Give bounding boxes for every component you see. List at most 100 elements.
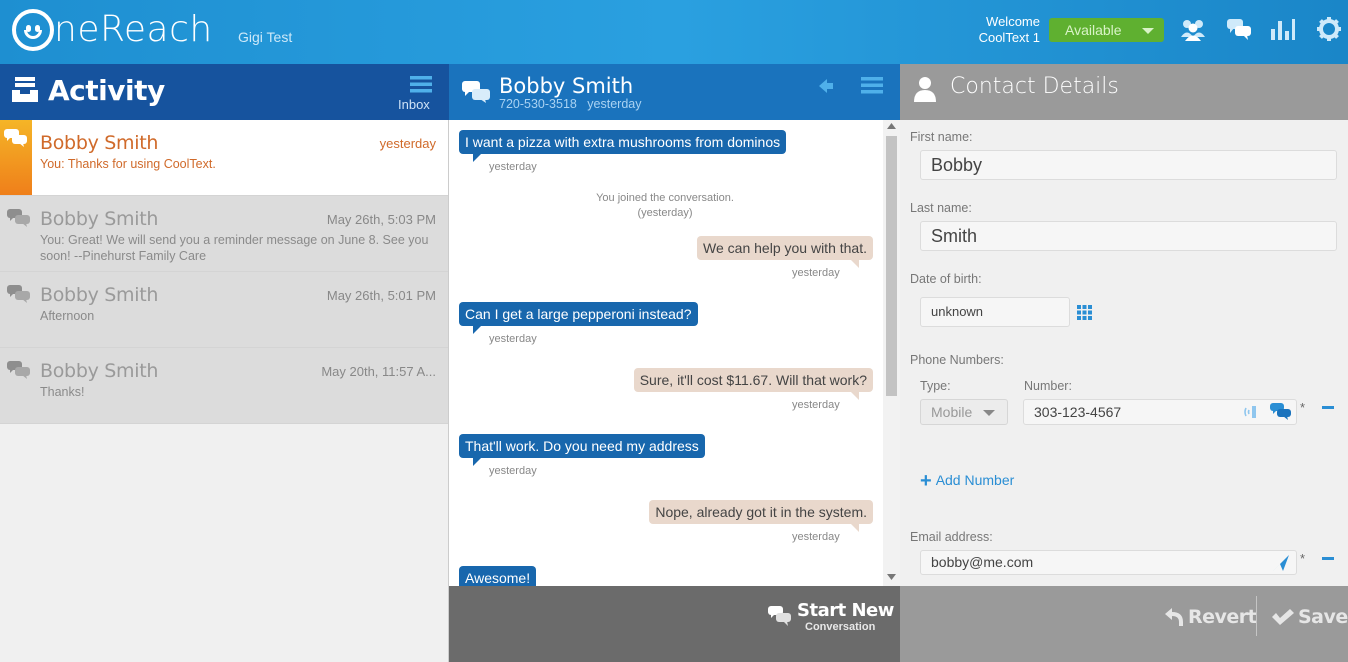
add-number-button[interactable]: + Add Number xyxy=(920,470,1014,493)
welcome-text: Welcome CoolText 1 xyxy=(970,14,1040,46)
remove-phone-icon[interactable] xyxy=(1322,406,1334,409)
message-incoming: That'll work. Do you need my address xyxy=(459,434,705,466)
conversation-icon xyxy=(7,285,30,303)
activity-preview: Thanks! xyxy=(40,385,85,399)
conversation-phone: 720-530-3518 xyxy=(499,97,577,111)
contact-name: Bobby Smith xyxy=(40,360,159,382)
phone-number-label: Number: xyxy=(1024,379,1072,393)
activity-header: Activity Inbox xyxy=(0,64,449,120)
activity-list: Bobby Smith yesterday You: Thanks for us… xyxy=(0,120,449,662)
message-outgoing: Sure, it'll cost $11.67. Will that work? xyxy=(633,368,873,400)
status-dropdown[interactable]: Available xyxy=(1049,18,1164,42)
inbox-tray-icon xyxy=(12,77,38,102)
activity-time: yesterday xyxy=(379,136,436,151)
onereach-logo[interactable]: neReach xyxy=(12,9,213,51)
contact-footer: Revert Save xyxy=(900,586,1348,662)
contact-title: Contact Details xyxy=(950,74,1119,99)
dob-label: Date of birth: xyxy=(910,272,982,286)
message-timestamp: yesterday xyxy=(489,465,537,477)
start-new-sublabel: Conversation xyxy=(805,621,876,633)
contact-name: Bobby Smith xyxy=(40,284,159,306)
activity-item[interactable]: Bobby Smith May 20th, 11:57 A... Thanks! xyxy=(0,348,448,424)
activity-item[interactable]: Bobby Smith May 26th, 5:03 PM You: Great… xyxy=(0,196,448,272)
reports-icon[interactable] xyxy=(1270,17,1296,41)
footer-divider xyxy=(1256,596,1257,636)
scrollbar[interactable] xyxy=(883,120,900,586)
welcome-label: Welcome xyxy=(986,14,1040,29)
activity-preview: Afternoon xyxy=(40,309,95,323)
activity-item[interactable]: Bobby Smith yesterday You: Thanks for us… xyxy=(0,120,448,196)
phone-numbers-label: Phone Numbers: xyxy=(910,353,1004,367)
scroll-up-icon[interactable] xyxy=(887,123,896,129)
status-value: Available xyxy=(1065,22,1122,38)
message-timestamp: yesterday xyxy=(489,161,537,173)
chevron-down-icon xyxy=(983,410,995,416)
checkmark-icon xyxy=(1272,609,1294,625)
menu-icon[interactable] xyxy=(861,76,883,94)
message-incoming: Can I get a large pepperoni instead? xyxy=(459,302,698,334)
required-marker: * xyxy=(1300,551,1306,566)
conversation-meta: 720-530-3518 yesterday xyxy=(499,97,641,111)
revert-label: Revert xyxy=(1188,606,1257,628)
revert-button[interactable]: Revert xyxy=(1162,586,1257,646)
contact-name: Bobby Smith xyxy=(40,132,159,154)
person-icon xyxy=(914,77,936,102)
contact-name: Bobby Smith xyxy=(40,208,159,230)
add-number-label: Add Number xyxy=(935,472,1015,488)
save-label: Save xyxy=(1298,606,1348,628)
logo-text: neReach xyxy=(54,9,213,50)
system-message-text: You joined the conversation. xyxy=(596,192,734,204)
inbox-label[interactable]: Inbox xyxy=(398,97,430,112)
save-button[interactable]: Save xyxy=(1268,586,1348,646)
dob-field[interactable]: unknown xyxy=(920,297,1070,327)
first-name-field[interactable]: Bobby xyxy=(920,150,1337,180)
first-name-label: First name: xyxy=(910,130,973,144)
top-bar: neReach Gigi Test Welcome CoolText 1 Ava… xyxy=(0,0,1348,64)
remove-email-icon[interactable] xyxy=(1322,557,1334,560)
conversation-footer: Start New Conversation xyxy=(449,586,900,662)
calendar-icon[interactable] xyxy=(1077,305,1092,320)
system-message-time: (yesterday) xyxy=(637,207,693,219)
scroll-down-icon[interactable] xyxy=(887,574,896,580)
contact-header: Contact Details xyxy=(900,64,1348,120)
required-marker: * xyxy=(1300,400,1306,415)
menu-icon[interactable] xyxy=(410,75,432,93)
conversation-icon xyxy=(4,129,27,147)
phone-type-label: Type: xyxy=(920,379,951,393)
account-name: Gigi Test xyxy=(238,29,293,45)
plus-icon: + xyxy=(920,470,932,492)
chevron-down-icon xyxy=(1142,28,1154,34)
start-new-conversation-button[interactable]: Start New Conversation xyxy=(449,586,900,662)
start-new-label: Start New xyxy=(797,600,894,621)
message-thread[interactable]: I want a pizza with extra mushrooms from… xyxy=(449,120,900,586)
contact-form: First name: Bobby Last name: Smith Date … xyxy=(900,120,1348,586)
conversation-icon xyxy=(7,209,30,227)
activity-item[interactable]: Bobby Smith May 26th, 5:01 PM Afternoon xyxy=(0,272,448,348)
message-timestamp: yesterday xyxy=(792,399,840,411)
system-message: You joined the conversation. (yesterday) xyxy=(559,191,771,221)
message-incoming: Awesome! xyxy=(459,566,537,586)
conversation-icon xyxy=(7,361,30,379)
activity-time: May 20th, 11:57 A... xyxy=(321,364,436,379)
conversation-header: Bobby Smith 720-530-3518 yesterday xyxy=(449,64,900,120)
back-arrow-icon[interactable] xyxy=(819,78,833,94)
email-field[interactable]: bobby@me.com xyxy=(920,550,1297,575)
user-name: CoolText 1 xyxy=(978,30,1040,45)
last-name-label: Last name: xyxy=(910,201,972,215)
message-timestamp: yesterday xyxy=(489,333,537,345)
new-conversation-icon xyxy=(768,606,791,626)
text-message-icon[interactable] xyxy=(1269,402,1293,422)
call-icon[interactable] xyxy=(1243,404,1261,420)
conversation-contact-name: Bobby Smith xyxy=(499,74,634,98)
message-timestamp: yesterday xyxy=(792,531,840,543)
conversations-icon[interactable] xyxy=(1226,17,1252,41)
email-send-icon[interactable] xyxy=(1272,554,1290,572)
contacts-icon[interactable] xyxy=(1180,17,1206,41)
phone-type-value: Mobile xyxy=(931,404,973,420)
activity-time: May 26th, 5:01 PM xyxy=(326,288,436,303)
undo-icon xyxy=(1165,608,1183,626)
settings-icon[interactable] xyxy=(1316,16,1342,42)
last-name-field[interactable]: Smith xyxy=(920,221,1337,251)
phone-type-select[interactable]: Mobile xyxy=(920,399,1008,425)
scroll-thumb[interactable] xyxy=(886,136,897,396)
